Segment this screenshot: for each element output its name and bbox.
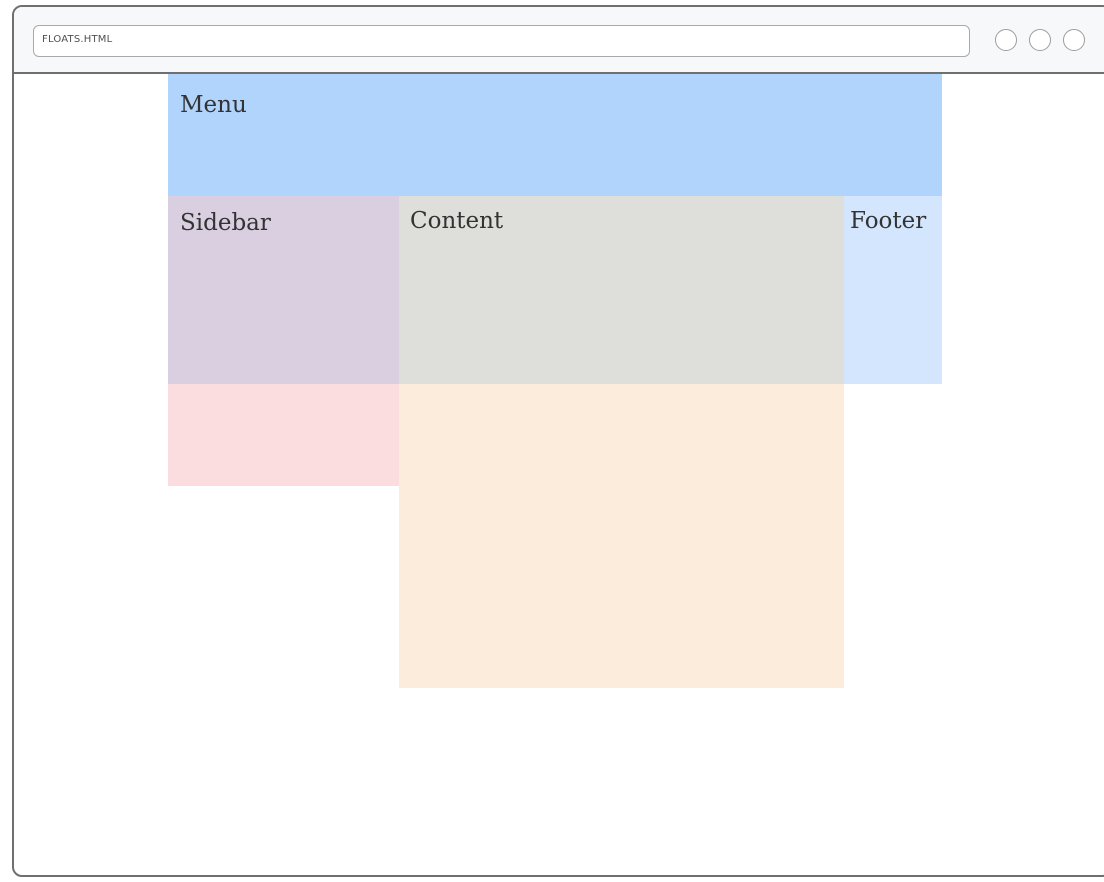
content-label: Content: [410, 208, 504, 234]
menu-block: Menu: [168, 74, 942, 196]
window-button-1[interactable]: [995, 29, 1017, 51]
sidebar-block: Sidebar: [168, 196, 399, 384]
window-button-3[interactable]: [1063, 29, 1085, 51]
sidebar-overflow-block: [168, 384, 399, 486]
content-overflow-block: [399, 384, 844, 688]
browser-toolbar: FLOATS.HTML: [14, 7, 1104, 74]
footer-label: Footer: [850, 208, 927, 234]
menu-label: Menu: [180, 92, 247, 118]
footer-block: Footer: [844, 196, 942, 384]
content-block: Content: [399, 196, 844, 384]
window-button-2[interactable]: [1029, 29, 1051, 51]
address-text: FLOATS.HTML: [42, 34, 113, 45]
sidebar-label: Sidebar: [180, 210, 271, 236]
address-bar[interactable]: FLOATS.HTML: [33, 25, 970, 57]
